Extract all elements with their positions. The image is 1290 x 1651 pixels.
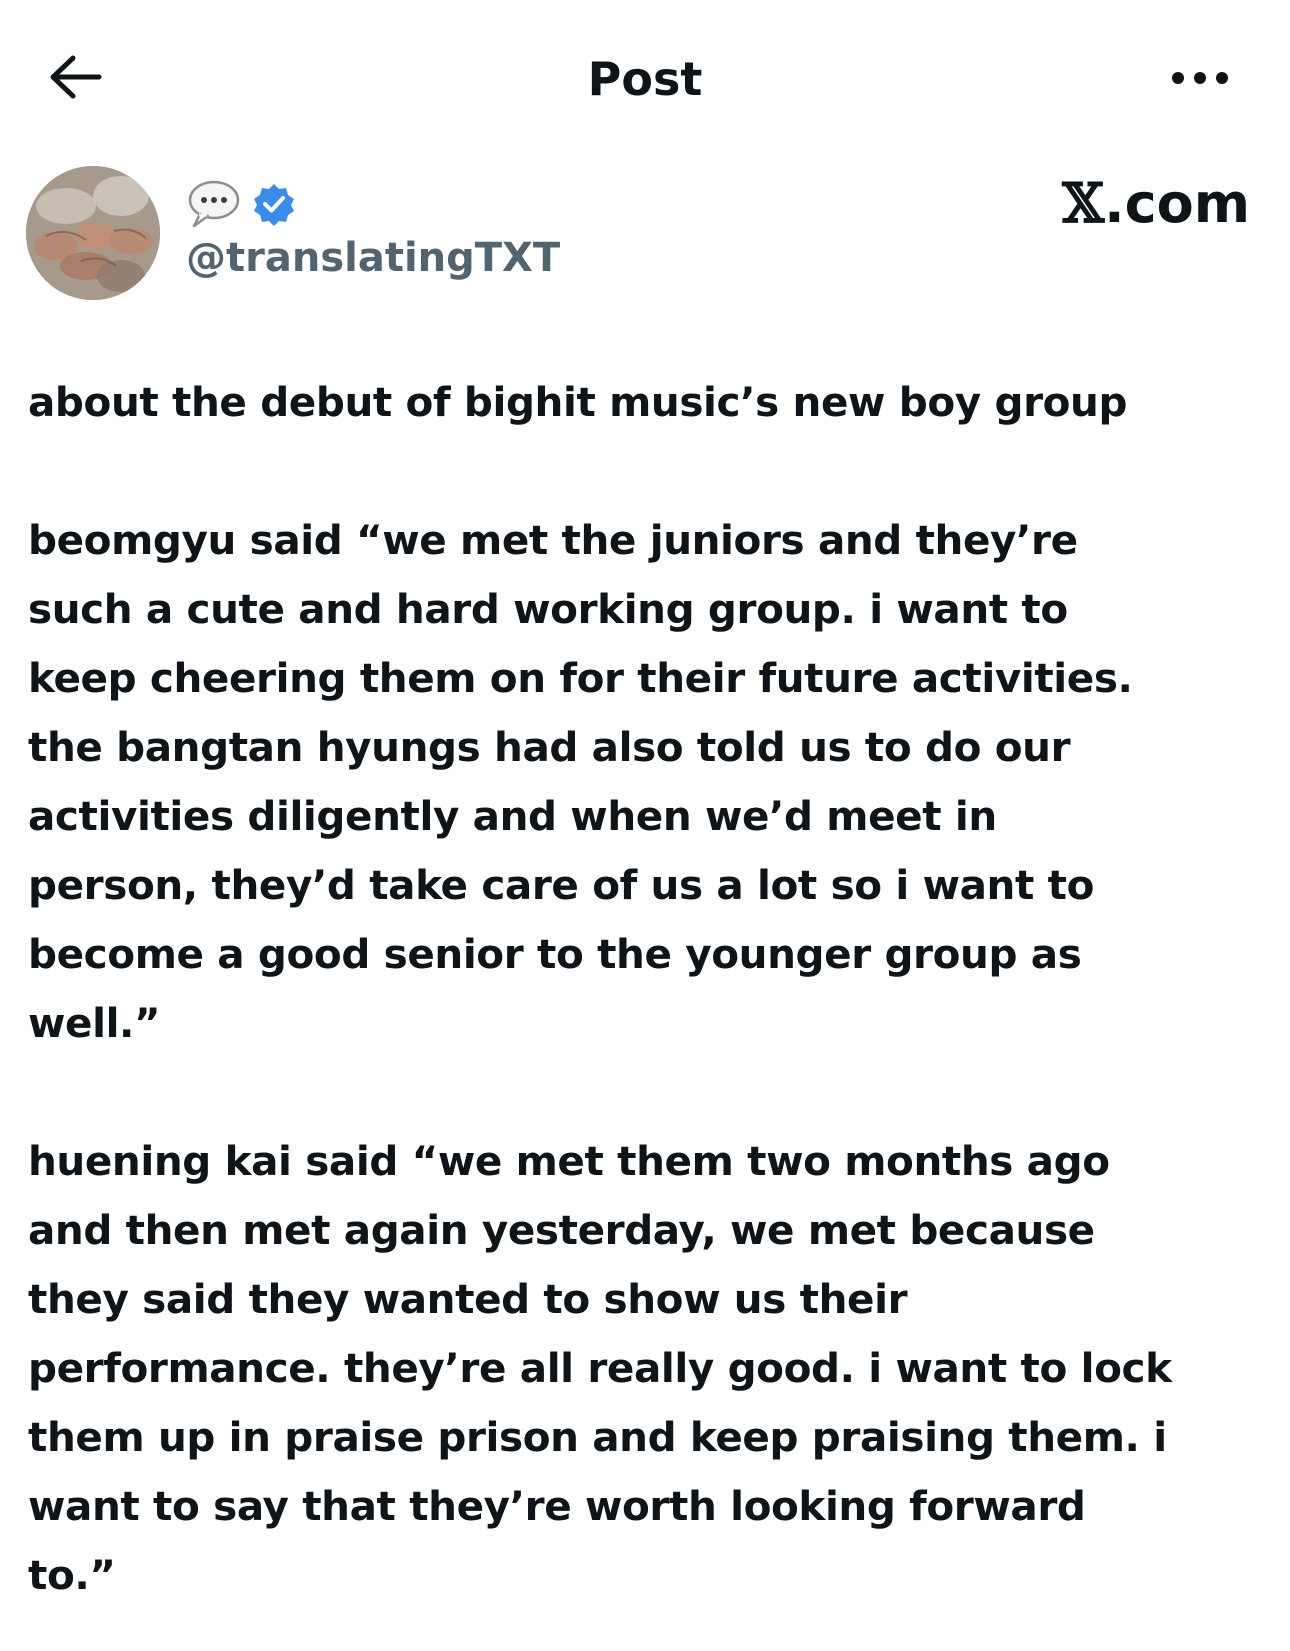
paragraph-huening-kai: huening kai said “we met them two months… [28, 1127, 1273, 1610]
text-line: person, they’d take care of us a lot so … [28, 861, 1095, 909]
x-com-watermark: 𝕏.com [1010, 168, 1250, 239]
text-line: keep cheering them on for their future a… [28, 654, 1133, 702]
text-line: performance. they’re all really good. i … [28, 1344, 1172, 1392]
text-line: become a good senior to the younger grou… [28, 930, 1082, 978]
watermark-text: .com [1104, 172, 1250, 235]
verified-badge-icon [252, 182, 296, 230]
text-line: about the debut of bighit music’s new bo… [28, 378, 1128, 426]
text-line: them up in praise prison and keep praisi… [28, 1413, 1167, 1461]
top-bar: Post [0, 0, 1290, 160]
post-text: about the debut of bighit music’s new bo… [28, 368, 1273, 1610]
text-line: activities diligently and when we’d meet… [28, 792, 997, 840]
more-horizontal-icon [1170, 70, 1230, 90]
avatar[interactable] [26, 166, 160, 300]
text-line: well.” [28, 999, 161, 1047]
page-title: Post [587, 52, 703, 106]
text-line: beomgyu said “we met the juniors and the… [28, 516, 1078, 564]
text-line: want to say that they’re worth looking f… [28, 1482, 1086, 1530]
x-logo-icon: 𝕏 [1062, 171, 1105, 235]
text-line: to.” [28, 1551, 116, 1599]
text-line: the bangtan hyungs had also told us to d… [28, 723, 1071, 771]
text-line: such a cute and hard working group. i wa… [28, 585, 1068, 633]
text-line: and then met again yesterday, we met bec… [28, 1206, 1095, 1254]
more-button[interactable] [1160, 52, 1240, 108]
back-button[interactable] [40, 48, 110, 110]
paragraph-intro: about the debut of bighit music’s new bo… [28, 368, 1273, 437]
name-badges [186, 178, 296, 234]
text-line: huening kai said “we met them two months… [28, 1137, 1110, 1185]
arrow-left-icon [47, 54, 103, 104]
paragraph-beomgyu: beomgyu said “we met the juniors and the… [28, 506, 1273, 1058]
speech-bubble-icon [186, 178, 242, 234]
user-handle[interactable]: @translatingTXT [186, 230, 560, 286]
text-line: they said they wanted to show us their [28, 1275, 908, 1323]
